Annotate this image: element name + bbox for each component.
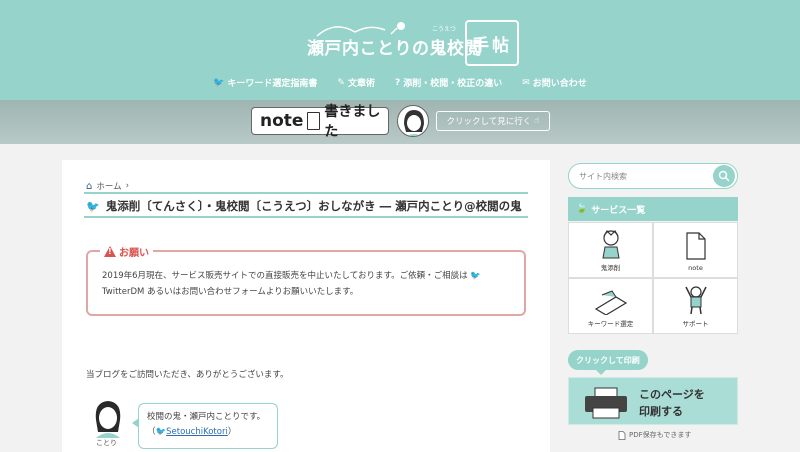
main-nav: 🐦 キーワード選定指南書 ✎ 文章術 ? 添削・校閲・校正の違い ✉ お問い合わ… <box>0 76 800 90</box>
pdf-note: PDF保存もできます <box>618 430 691 440</box>
pointer-hand-icon: ☝ <box>534 116 540 126</box>
service-note[interactable]: note <box>653 222 738 278</box>
nav-item-writing[interactable]: ✎ 文章術 <box>337 76 375 90</box>
leaf-icon: 🍃 <box>576 204 588 214</box>
home-icon: ⌂ <box>86 180 93 192</box>
author-face-icon <box>404 110 424 136</box>
site-title-ruby: こうえつ <box>432 26 456 33</box>
notebook-logo: 手帖 <box>465 20 519 66</box>
site-header: 瀬戸内ことりの鬼校閲 こうえつ 手帖 🐦 キーワード選定指南書 ✎ 文章術 ? … <box>0 0 800 100</box>
intro-text: 当ブログをご訪問いただき、ありがとうございます。 <box>86 370 289 380</box>
click-to-view-button[interactable]: クリックして見に行く ☝ <box>436 111 550 131</box>
note-banner: note 書きました クリックして見に行く ☝ <box>0 100 800 144</box>
nav-item-contact[interactable]: ✉ お問い合わせ <box>522 76 587 90</box>
print-badge: クリックして印刷 <box>568 350 648 375</box>
twitter-icon: 🐦 <box>470 271 481 281</box>
services-heading: 🍃 サービス一覧 <box>568 197 738 221</box>
author-speech-bubble: 校閲の鬼・瀬戸内ことりです。 （🐦SetouchiKotori） <box>132 403 278 449</box>
print-label: このページを 印刷する <box>639 388 705 418</box>
avatar <box>397 105 429 137</box>
pdf-icon <box>618 430 626 440</box>
breadcrumb-separator-icon: › <box>125 181 130 191</box>
bird-icon: 🐦 <box>213 77 225 88</box>
author-avatar: ことり <box>86 398 130 450</box>
keyboard-hand-icon <box>594 290 627 315</box>
notice-label: お願い <box>100 244 153 259</box>
note-banner-link[interactable]: note 書きました <box>251 104 389 140</box>
site-logo[interactable]: 瀬戸内ことりの鬼校閲 こうえつ 手帖 <box>305 18 520 68</box>
search-icon <box>718 170 730 182</box>
site-search <box>568 163 738 189</box>
question-icon: ? <box>394 77 401 88</box>
document-icon <box>685 232 706 260</box>
breadcrumb: ⌂ ホーム › <box>86 180 130 193</box>
document-icon <box>307 112 321 130</box>
site-title: 瀬戸内ことりの鬼校閲 <box>307 39 482 59</box>
services-grid: 鬼添削 note キーワード選定 サポート <box>568 222 738 334</box>
editor-character-icon <box>601 230 620 259</box>
print-page-button[interactable]: このページを 印刷する <box>568 377 738 425</box>
author-illustration-icon <box>95 401 121 438</box>
mail-icon: ✉ <box>522 77 530 88</box>
author-name: ことり <box>96 439 117 447</box>
page-title: 🐦 鬼添削〔てんさく〕・鬼校閲〔こうえつ〕おしながき ― 瀬戸内ことり@校閲の鬼 <box>86 199 522 213</box>
pencil-icon: ✎ <box>337 77 345 88</box>
service-keyword[interactable]: キーワード選定 <box>568 278 653 334</box>
twitter-icon: 🐦 <box>155 427 167 437</box>
notice-box: お願い 2019年6月現在、サービス販売サイトでの直接販売を中止いたしております… <box>86 244 526 316</box>
notice-text: 2019年6月現在、サービス販売サイトでの直接販売を中止いたしております。ご依頼… <box>102 271 481 297</box>
twitter-dm-link[interactable]: TwitterDM <box>102 287 144 297</box>
bird-icon: 🐦 <box>86 199 100 213</box>
search-button[interactable] <box>713 165 735 187</box>
main-content: ⌂ ホーム › 🐦 鬼添削〔てんさく〕・鬼校閲〔こうえつ〕おしながき ― 瀬戸内… <box>62 160 550 452</box>
breadcrumb-home[interactable]: ホーム <box>96 180 121 192</box>
warning-icon <box>104 246 116 257</box>
title-divider <box>84 192 528 194</box>
note-text: 書きました <box>324 104 381 140</box>
service-tensaku[interactable]: 鬼添削 <box>568 222 653 278</box>
note-word: note <box>260 111 304 131</box>
twitter-handle-link[interactable]: SetouchiKotori <box>166 427 228 437</box>
nav-item-differences[interactable]: ? 添削・校閲・校正の違い <box>394 76 502 90</box>
service-support[interactable]: サポート <box>653 278 738 334</box>
nav-item-keyword-guide[interactable]: 🐦 キーワード選定指南書 <box>213 76 317 90</box>
search-input[interactable] <box>579 168 709 184</box>
title-divider <box>84 216 528 218</box>
cheering-person-icon <box>684 286 707 315</box>
printer-icon <box>585 387 627 419</box>
